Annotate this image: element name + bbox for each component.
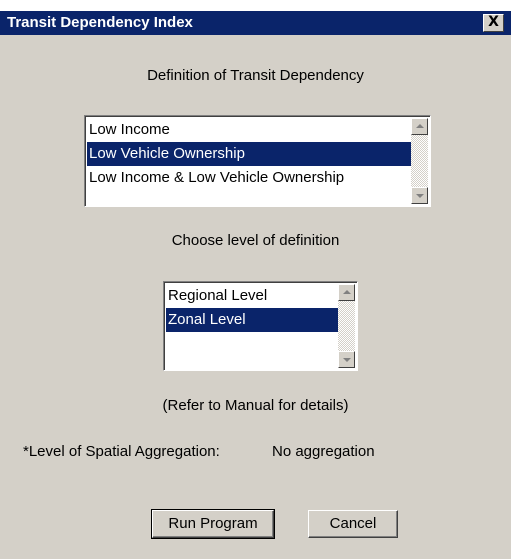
arrow-up-icon (416, 124, 424, 128)
definition-heading: Definition of Transit Dependency (147, 67, 364, 84)
window-title: Transit Dependency Index (7, 14, 193, 31)
aggregation-label: *Level of Spatial Aggregation: (23, 443, 220, 460)
list-item-zonal-level[interactable]: Zonal Level (166, 308, 339, 332)
list-item-low-vehicle-ownership[interactable]: Low Vehicle Ownership (87, 142, 412, 166)
title-bar[interactable]: Transit Dependency Index X (0, 11, 511, 35)
list-item-low-income-and-vehicle[interactable]: Low Income & Low Vehicle Ownership (87, 166, 412, 190)
level-heading: Choose level of definition (171, 232, 340, 249)
list-item-regional-level[interactable]: Regional Level (166, 284, 339, 308)
scroll-up-button[interactable] (338, 284, 355, 301)
close-button[interactable]: X (483, 14, 504, 32)
scroll-up-button[interactable] (411, 118, 428, 135)
definition-listbox[interactable]: Low Income Low Vehicle Ownership Low Inc… (84, 115, 431, 207)
aggregation-value: No aggregation (272, 443, 375, 460)
arrow-down-icon (416, 194, 424, 198)
close-icon: X (488, 14, 499, 30)
cancel-label: Cancel (329, 515, 377, 532)
dialog-window: Transit Dependency Index X Definition of… (0, 11, 511, 559)
scroll-down-button[interactable] (338, 351, 355, 368)
level-listbox[interactable]: Regional Level Zonal Level (163, 281, 358, 371)
list-item-low-income[interactable]: Low Income (87, 118, 412, 142)
scroll-down-button[interactable] (411, 187, 428, 204)
level-scrollbar[interactable] (338, 284, 355, 368)
run-program-button[interactable]: Run Program (151, 509, 275, 539)
arrow-up-icon (343, 290, 351, 294)
run-program-label: Run Program (168, 515, 258, 532)
manual-note: (Refer to Manual for details) (162, 397, 349, 414)
cancel-button[interactable]: Cancel (308, 510, 398, 538)
arrow-down-icon (343, 358, 351, 362)
definition-scrollbar[interactable] (411, 118, 428, 204)
